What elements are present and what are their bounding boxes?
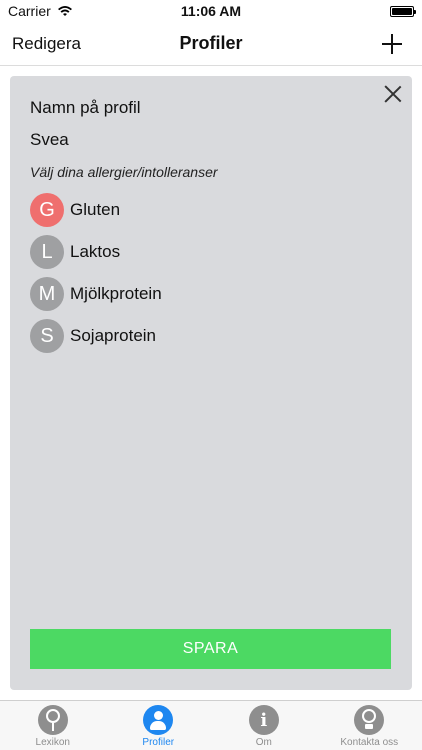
add-icon[interactable]	[380, 32, 404, 56]
save-button[interactable]: SPARA	[30, 629, 391, 669]
allergy-hint: Välj dina allergier/intolleranser	[30, 164, 218, 180]
tab-om[interactable]: i Om	[211, 701, 317, 750]
allergy-badge-gluten[interactable]: G	[30, 193, 64, 227]
allergy-item-sojaprotein[interactable]: S Sojaprotein	[30, 315, 162, 357]
info-icon: i	[248, 705, 279, 735]
wifi-icon	[57, 6, 72, 16]
tab-lexikon[interactable]: Lexikon	[0, 701, 106, 750]
allergy-badge-mjolkprotein[interactable]: M	[30, 277, 64, 311]
person-icon	[143, 705, 174, 735]
tab-label: Om	[255, 737, 272, 748]
allergy-item-mjolkprotein[interactable]: M Mjölkprotein	[30, 273, 162, 315]
tab-label: Lexikon	[35, 737, 70, 748]
allergy-label: Mjölkprotein	[70, 284, 162, 303]
status-left: Carrier	[8, 3, 73, 19]
lightbulb-icon	[354, 705, 385, 735]
tab-label: Profiler	[142, 737, 175, 748]
tab-kontakta-oss[interactable]: Kontakta oss	[317, 701, 422, 750]
allergy-badge-sojaprotein[interactable]: S	[30, 319, 64, 353]
allergy-item-gluten[interactable]: G Gluten	[30, 189, 162, 231]
close-icon[interactable]	[384, 85, 402, 103]
allergy-label: Sojaprotein	[70, 326, 157, 345]
profile-name-label: Namn på profil	[30, 98, 141, 117]
allergy-label: Laktos	[70, 242, 121, 261]
allergy-label: Gluten	[70, 200, 121, 219]
carrier-label: Carrier	[8, 3, 51, 19]
profile-card: Namn på profil Svea Välj dina allergier/…	[10, 76, 412, 690]
allergy-list: G Gluten L Laktos M Mjölkprotein S Sojap…	[30, 189, 162, 357]
battery-icon	[390, 5, 416, 17]
edit-button[interactable]: Redigera	[12, 34, 81, 54]
allergy-badge-laktos[interactable]: L	[30, 235, 64, 269]
allergy-item-laktos[interactable]: L Laktos	[30, 231, 162, 273]
profile-name-field[interactable]: Svea	[30, 130, 69, 150]
tab-label: Kontakta oss	[340, 737, 399, 748]
navigation-bar: Redigera Profiler	[0, 22, 422, 66]
status-bar: Carrier 11:06 AM	[0, 0, 422, 22]
tab-bar: Lexikon Profiler i Om Kontakta oss	[0, 700, 422, 750]
tab-profiler[interactable]: Profiler	[106, 701, 212, 750]
magnifier-icon	[37, 705, 68, 735]
